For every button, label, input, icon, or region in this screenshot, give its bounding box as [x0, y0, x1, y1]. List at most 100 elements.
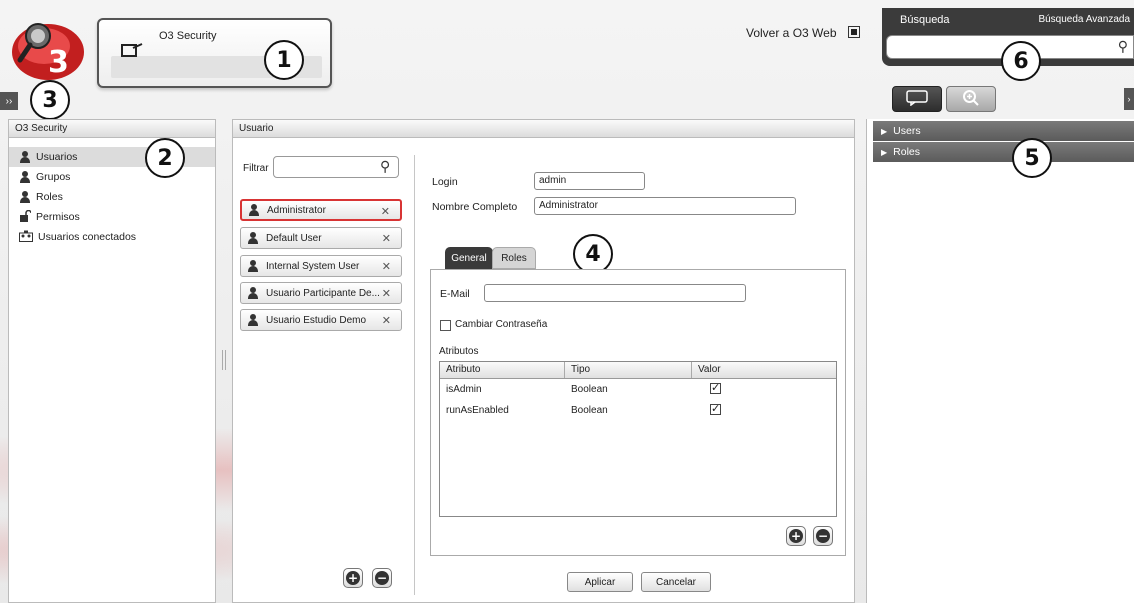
- fullname-label: Nombre Completo: [432, 201, 518, 213]
- attr-name: runAsEnabled: [446, 405, 509, 416]
- change-password-checkbox[interactable]: [440, 320, 451, 331]
- nav-item-permisos[interactable]: Permisos: [9, 207, 215, 227]
- nav-item-roles[interactable]: Roles: [9, 187, 215, 207]
- column-header-valor[interactable]: Valor: [692, 362, 836, 378]
- zoom-in-icon: [962, 89, 980, 110]
- accordion-label: Roles: [893, 146, 921, 158]
- column-header-atributo[interactable]: Atributo: [440, 362, 565, 378]
- user-list-item[interactable]: Usuario Participante De... ✕: [240, 282, 402, 304]
- add-user-button[interactable]: +: [343, 568, 363, 588]
- group-icon: [19, 171, 31, 183]
- panel-splitter[interactable]: [222, 350, 226, 370]
- callout-badge-2: 2: [145, 138, 185, 178]
- list-divider: [414, 155, 415, 595]
- attributes-table: Atributo Tipo Valor isAdmin Boolean runA…: [439, 361, 837, 517]
- attr-type: Boolean: [571, 405, 608, 416]
- remove-icon[interactable]: ✕: [382, 287, 391, 300]
- user-list-item[interactable]: Default User ✕: [240, 227, 402, 249]
- back-to-o3-web-link[interactable]: Volver a O3 Web: [746, 26, 837, 40]
- speech-bubble-icon: [906, 89, 928, 109]
- connected-users-icon: [19, 230, 33, 245]
- attr-type: Boolean: [571, 384, 608, 395]
- user-list-item[interactable]: Usuario Estudio Demo ✕: [240, 309, 402, 331]
- lock-icon: [19, 209, 32, 225]
- expand-triangle-icon: ▶: [881, 126, 888, 136]
- plus-icon: +: [789, 529, 803, 543]
- attr-value-checkbox[interactable]: [710, 381, 721, 394]
- attributes-label: Atributos: [439, 346, 479, 357]
- user-icon: [248, 204, 260, 216]
- plus-icon: +: [346, 571, 360, 585]
- attr-value-checkbox[interactable]: [710, 402, 721, 415]
- minus-icon: −: [375, 571, 389, 585]
- fullname-field[interactable]: Administrator: [534, 197, 796, 215]
- app-title: O3 Security: [159, 30, 217, 42]
- accordion-roles[interactable]: ▶ Roles: [873, 142, 1134, 162]
- tab-general[interactable]: General: [445, 247, 493, 269]
- chat-button[interactable]: [892, 86, 942, 112]
- svg-text:3: 3: [48, 45, 69, 80]
- table-row[interactable]: runAsEnabled Boolean: [440, 400, 836, 421]
- user-icon: [247, 287, 259, 299]
- fullscreen-icon[interactable]: [848, 26, 860, 38]
- user-list-label: Usuario Estudio Demo: [266, 314, 367, 326]
- o3-logo: 3: [8, 12, 88, 84]
- zoom-button[interactable]: [946, 86, 996, 112]
- callout-badge-6: 6: [1001, 41, 1041, 81]
- roles-icon: [19, 191, 31, 203]
- user-list-label: Default User: [266, 232, 322, 244]
- email-label: E-Mail: [440, 288, 470, 300]
- callout-badge-4: 4: [573, 234, 613, 274]
- nav-item-grupos[interactable]: Grupos: [9, 167, 215, 187]
- callout-badge-3: 3: [30, 80, 70, 120]
- nav-item-usuarios-conectados[interactable]: Usuarios conectados: [9, 227, 215, 247]
- callout-badge-1: 1: [264, 40, 304, 80]
- left-nav-panel: O3 Security Usuarios Grupos Roles Permis…: [8, 119, 216, 603]
- change-password-label: Cambiar Contraseña: [455, 319, 548, 330]
- login-field[interactable]: admin: [534, 172, 645, 190]
- table-row[interactable]: isAdmin Boolean: [440, 379, 836, 400]
- nav-item-label: Permisos: [36, 211, 80, 223]
- callout-badge-5: 5: [1012, 138, 1052, 178]
- user-list-item[interactable]: Internal System User ✕: [240, 255, 402, 277]
- tab-roles[interactable]: Roles: [492, 247, 536, 269]
- expand-triangle-icon: ▶: [881, 147, 888, 157]
- apply-button[interactable]: Aplicar: [567, 572, 633, 592]
- user-icon: [19, 151, 31, 163]
- column-header-tipo[interactable]: Tipo: [565, 362, 692, 378]
- expand-sidebar-button[interactable]: ››: [0, 92, 18, 110]
- login-label: Login: [432, 176, 458, 188]
- nav-item-label: Usuarios: [36, 151, 78, 163]
- user-list-label: Internal System User: [266, 260, 360, 272]
- user-list-label: Administrator: [267, 204, 326, 216]
- left-panel-title: O3 Security: [9, 120, 215, 138]
- user-list-label: Usuario Participante De...: [266, 287, 380, 299]
- user-icon: [247, 260, 259, 272]
- remove-icon[interactable]: ✕: [382, 260, 391, 273]
- accordion-users[interactable]: ▶ Users: [873, 121, 1134, 141]
- user-icon: [247, 314, 259, 326]
- search-label: Búsqueda: [900, 14, 950, 26]
- user-panel-title: Usuario: [233, 120, 854, 138]
- right-collapse-button[interactable]: ›: [1124, 88, 1134, 110]
- search-icon[interactable]: ⚲: [1118, 38, 1128, 55]
- minus-icon: −: [816, 529, 830, 543]
- email-field[interactable]: [484, 284, 746, 302]
- add-attribute-button[interactable]: +: [786, 526, 806, 546]
- remove-icon[interactable]: ✕: [382, 314, 391, 327]
- nav-item-label: Usuarios conectados: [38, 231, 137, 243]
- remove-icon[interactable]: ✕: [381, 205, 390, 218]
- nav-item-label: Roles: [36, 191, 63, 203]
- remove-attribute-button[interactable]: −: [813, 526, 833, 546]
- filter-search-icon[interactable]: ⚲: [380, 158, 390, 175]
- key-card-icon: [121, 42, 143, 61]
- cancel-button[interactable]: Cancelar: [641, 572, 711, 592]
- remove-icon[interactable]: ✕: [382, 232, 391, 245]
- filter-label: Filtrar: [243, 163, 269, 174]
- remove-user-button[interactable]: −: [372, 568, 392, 588]
- advanced-search-link[interactable]: Búsqueda Avanzada: [1038, 14, 1130, 25]
- user-list-item[interactable]: Administrator ✕: [240, 199, 402, 221]
- attr-name: isAdmin: [446, 384, 482, 395]
- accordion-label: Users: [893, 125, 921, 137]
- right-panel: ▶ Users ▶ Roles: [866, 119, 1134, 603]
